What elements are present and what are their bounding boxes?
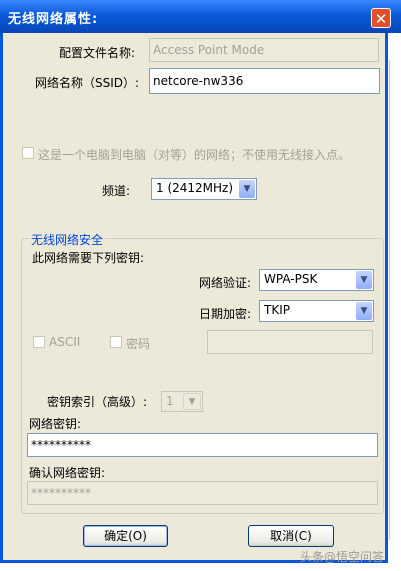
encrypt-label: 日期加密: <box>199 307 252 321</box>
confirm-key-label: 确认网络密钥: <box>29 466 106 480</box>
key-index-label: 密钥索引（高级）: <box>47 395 148 409</box>
network-key-input[interactable]: ********** <box>27 433 378 457</box>
chevron-down-icon: ▼ <box>356 302 372 320</box>
chevron-down-icon: ▼ <box>356 271 372 289</box>
need-key-label: 此网络需要下列密钥: <box>32 251 145 265</box>
key-index-value: 1 <box>166 394 174 408</box>
ascii-checkbox[interactable] <box>33 336 45 348</box>
close-button[interactable]: ✕ <box>371 8 391 28</box>
adhoc-checkbox[interactable] <box>22 147 34 159</box>
ssid-input[interactable]: netcore-nw336 <box>149 68 380 94</box>
background-divider <box>389 60 390 540</box>
auth-label: 网络验证: <box>199 276 252 290</box>
key-index-select[interactable]: 1 ▼ <box>161 391 203 412</box>
password-checkbox[interactable] <box>110 336 122 348</box>
channel-label: 频道: <box>102 184 131 198</box>
passphrase-field <box>207 330 373 354</box>
auth-select[interactable]: WPA-PSK ▼ <box>259 269 374 291</box>
ok-button[interactable]: 确定(O) <box>83 525 168 547</box>
password-label: 密码 <box>126 337 151 351</box>
adhoc-label: 这是一个电脑到电脑（对等）的网络；不使用无线接入点。 <box>38 148 351 162</box>
cancel-button[interactable]: 取消(C) <box>248 525 334 547</box>
auth-value: WPA-PSK <box>264 272 318 286</box>
confirm-key-input[interactable]: ********** <box>27 481 378 505</box>
encrypt-value: TKIP <box>264 303 290 317</box>
security-group-title: 无线网络安全 <box>29 231 106 248</box>
window-title: 无线网络属性: <box>8 12 99 27</box>
chevron-down-icon: ▼ <box>239 180 255 198</box>
watermark: 头条@悟空问答 <box>300 550 385 564</box>
ssid-label: 网络名称（SSID）: <box>35 76 140 90</box>
channel-select[interactable]: 1 (2412MHz) ▼ <box>151 178 257 200</box>
network-key-label: 网络密钥: <box>29 417 82 431</box>
profile-name-field: Access Point Mode <box>149 38 379 62</box>
profile-name-label: 配置文件名称: <box>59 46 136 60</box>
chevron-down-icon: ▼ <box>183 393 201 410</box>
ascii-label: ASCII <box>49 335 81 349</box>
encrypt-select[interactable]: TKIP ▼ <box>259 300 374 322</box>
channel-value: 1 (2412MHz) <box>156 181 234 195</box>
